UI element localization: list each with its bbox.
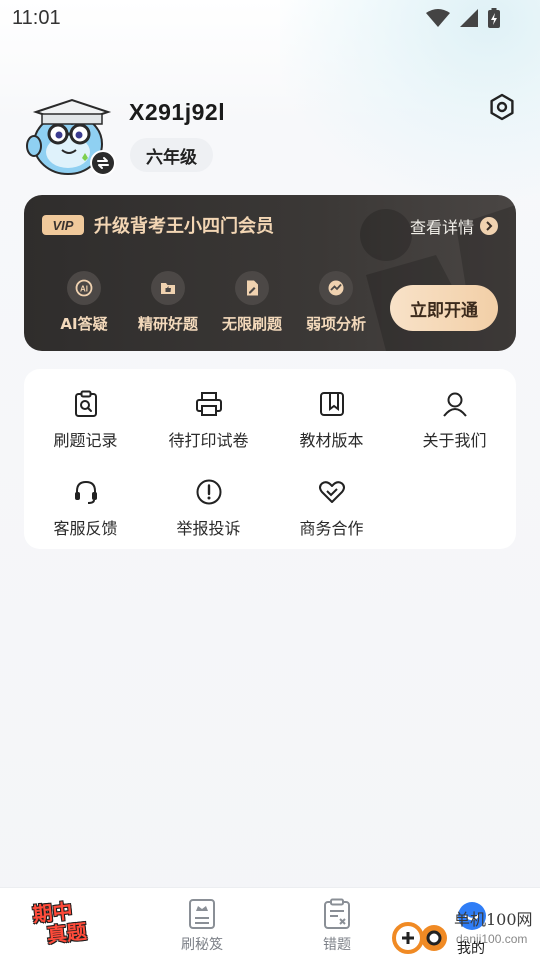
svg-text:AI: AI (80, 285, 88, 294)
headset-icon (71, 477, 101, 507)
status-icons (426, 8, 500, 28)
username: X291j92l (129, 99, 226, 125)
alert-circle-icon (194, 477, 224, 507)
tools-card: 刷题记录 待打印试卷 教材版本 关于我们 客服反馈 举报投诉 商务合作 (24, 369, 516, 549)
vip-feature-unlimited: 无限刷题 (210, 271, 294, 334)
watermark-logo-icon (392, 922, 447, 954)
switch-account-icon[interactable] (90, 150, 116, 176)
book-icon (317, 389, 347, 419)
chevron-right-icon (480, 217, 498, 235)
watermark: 单机100网 danji100.com 我的 (390, 898, 540, 958)
tool-customer-service[interactable]: 客服反馈 (24, 477, 147, 539)
vip-banner[interactable]: VIP 升级背考王小四门会员 查看详情 AI AI答疑 精研好题 无限刷题 弱项… (24, 195, 516, 351)
vip-feature-good-questions: 精研好题 (126, 271, 210, 334)
tool-textbook-version[interactable]: 教材版本 (270, 389, 393, 451)
status-time: 11:01 (12, 7, 61, 29)
tool-about-us[interactable]: 关于我们 (393, 389, 516, 451)
tool-business[interactable]: 商务合作 (270, 477, 393, 539)
settings-icon[interactable] (488, 93, 516, 121)
vip-detail-link[interactable]: 查看详情 (410, 214, 498, 238)
nav-tab-mine[interactable]: 我的 (457, 938, 485, 958)
status-bar: 11:01 (0, 0, 540, 38)
nav-tab-cheatsheet[interactable]: 刷秘笈 (162, 898, 242, 954)
document-pen-icon (235, 271, 269, 305)
book-crown-icon (189, 899, 215, 929)
vip-feature-ai: AI AI答疑 (42, 271, 126, 334)
clipboard-x-icon (324, 898, 350, 929)
tool-report[interactable]: 举报投诉 (147, 477, 270, 539)
printer-icon (194, 389, 224, 419)
chart-icon (319, 271, 353, 305)
midterm-exam-promo[interactable]: 期中 真题 (31, 896, 106, 955)
user-icon (440, 389, 470, 419)
watermark-text: 单机100网 (454, 910, 533, 929)
bottom-nav: 期中 真题 刷秘笈 错题 单机100网 danji100.com 我的 (0, 887, 540, 960)
clipboard-search-icon (71, 389, 101, 419)
vip-detail-label: 查看详情 (409, 218, 474, 237)
ai-icon: AI (67, 271, 101, 305)
nav-tab-mistakes[interactable]: 错题 (297, 898, 377, 954)
tool-practice-record[interactable]: 刷题记录 (24, 389, 147, 451)
grade-chip[interactable]: 六年级 (130, 138, 213, 172)
battery-icon (488, 8, 500, 28)
handshake-heart-icon (317, 477, 347, 507)
signal-icon (460, 9, 478, 27)
tool-print-queue[interactable]: 待打印试卷 (147, 389, 270, 451)
wifi-icon (426, 9, 450, 27)
vip-open-button[interactable]: 立即开通 (390, 285, 498, 331)
thumbs-up-folder-icon (151, 271, 185, 305)
vip-feature-analysis: 弱项分析 (294, 271, 378, 334)
vip-feature-list: AI AI答疑 精研好题 无限刷题 弱项分析 (42, 271, 378, 334)
vip-logo: VIP (42, 215, 84, 235)
vip-title: 升级背考王小四门会员 (94, 216, 274, 237)
